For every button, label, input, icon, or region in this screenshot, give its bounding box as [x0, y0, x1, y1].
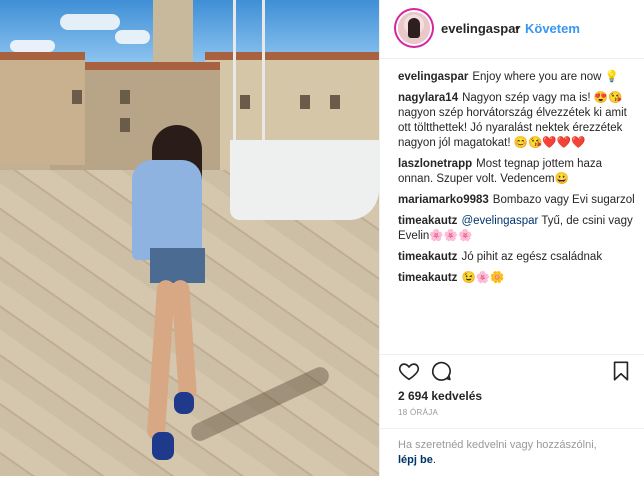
like-count[interactable]: 2 694 kedvelés	[398, 389, 482, 403]
window	[330, 95, 340, 109]
sandal	[152, 432, 174, 460]
comment-text: 😉🌸🌼	[461, 272, 505, 284]
bookmark-icon[interactable]	[610, 360, 632, 382]
comment: timeakautz Jó pihit az egész családnak	[398, 250, 638, 265]
window	[72, 90, 82, 104]
cloud	[60, 14, 120, 30]
comment: timeakautz @evelingaspar Tyű, de csini va…	[398, 214, 638, 244]
comment-username[interactable]: laszlonetrapp	[398, 158, 472, 170]
login-prompt-text: Ha szeretnéd kedvelni vagy hozzászólni,	[398, 439, 597, 451]
heart-icon[interactable]	[398, 360, 420, 382]
comment-username[interactable]: timeakautz	[398, 215, 457, 227]
comment-username[interactable]: timeakautz	[398, 272, 457, 284]
comment-list: evelingaspar Enjoy where you are now 💡 na…	[398, 70, 638, 292]
action-bar	[380, 354, 644, 385]
comment-text: Bombazo vagy Evi sugarzol	[492, 194, 635, 206]
shirt	[132, 160, 202, 260]
cloud	[10, 40, 55, 52]
post-photo[interactable]	[0, 0, 379, 476]
post-timestamp: 18 ÓRÁJA	[398, 408, 439, 417]
author-username[interactable]: evelingaspar	[441, 21, 521, 36]
login-prompt: Ha szeretnéd kedvelni vagy hozzászólni, …	[380, 428, 644, 477]
window	[120, 90, 130, 104]
roof	[205, 52, 379, 60]
comment-text: Jó pihit az egész családnak	[461, 251, 603, 263]
comment-username[interactable]: mariamarko9983	[398, 194, 489, 206]
window	[300, 95, 310, 109]
comment: mariamarko9983 Bombazo vagy Evi sugarzol	[398, 193, 638, 208]
comment-username[interactable]: timeakautz	[398, 251, 457, 263]
avatar[interactable]	[398, 12, 430, 44]
post-sidebar: evelingaspar • Követem evelingaspar Enjoy…	[379, 0, 644, 476]
sandal	[174, 392, 194, 414]
comment: evelingaspar Enjoy where you are now 💡	[398, 70, 638, 85]
window	[120, 118, 130, 132]
follow-button[interactable]: Követem	[525, 21, 580, 36]
avatar-figure	[408, 18, 420, 38]
sailboat	[230, 140, 379, 220]
comment: laszlonetrapp Most tegnap jottem haza onn…	[398, 157, 638, 187]
login-link[interactable]: lépj be	[398, 454, 433, 466]
separator-dot: •	[515, 20, 520, 35]
building	[0, 55, 85, 165]
comment: nagylara14 Nagyon szép vagy ma is! 😍😘 nag…	[398, 91, 638, 151]
roof	[0, 52, 85, 60]
boat-mast	[233, 0, 236, 150]
login-line: lépj be.	[398, 454, 436, 466]
comment-mention[interactable]: @evelingaspar	[461, 215, 538, 227]
instagram-post: evelingaspar • Követem evelingaspar Enjoy…	[0, 0, 644, 476]
church-tower	[153, 0, 193, 70]
post-header: evelingaspar • Követem	[380, 0, 644, 59]
comment-text: Enjoy where you are now 💡	[472, 71, 619, 83]
comment-username[interactable]: evelingaspar	[398, 71, 468, 83]
window	[240, 95, 250, 109]
shorts	[150, 248, 205, 283]
comment-username[interactable]: nagylara14	[398, 92, 458, 104]
comment-icon[interactable]	[430, 360, 452, 382]
period: .	[432, 454, 436, 466]
comment: timeakautz 😉🌸🌼	[398, 271, 638, 286]
cloud	[115, 30, 150, 44]
